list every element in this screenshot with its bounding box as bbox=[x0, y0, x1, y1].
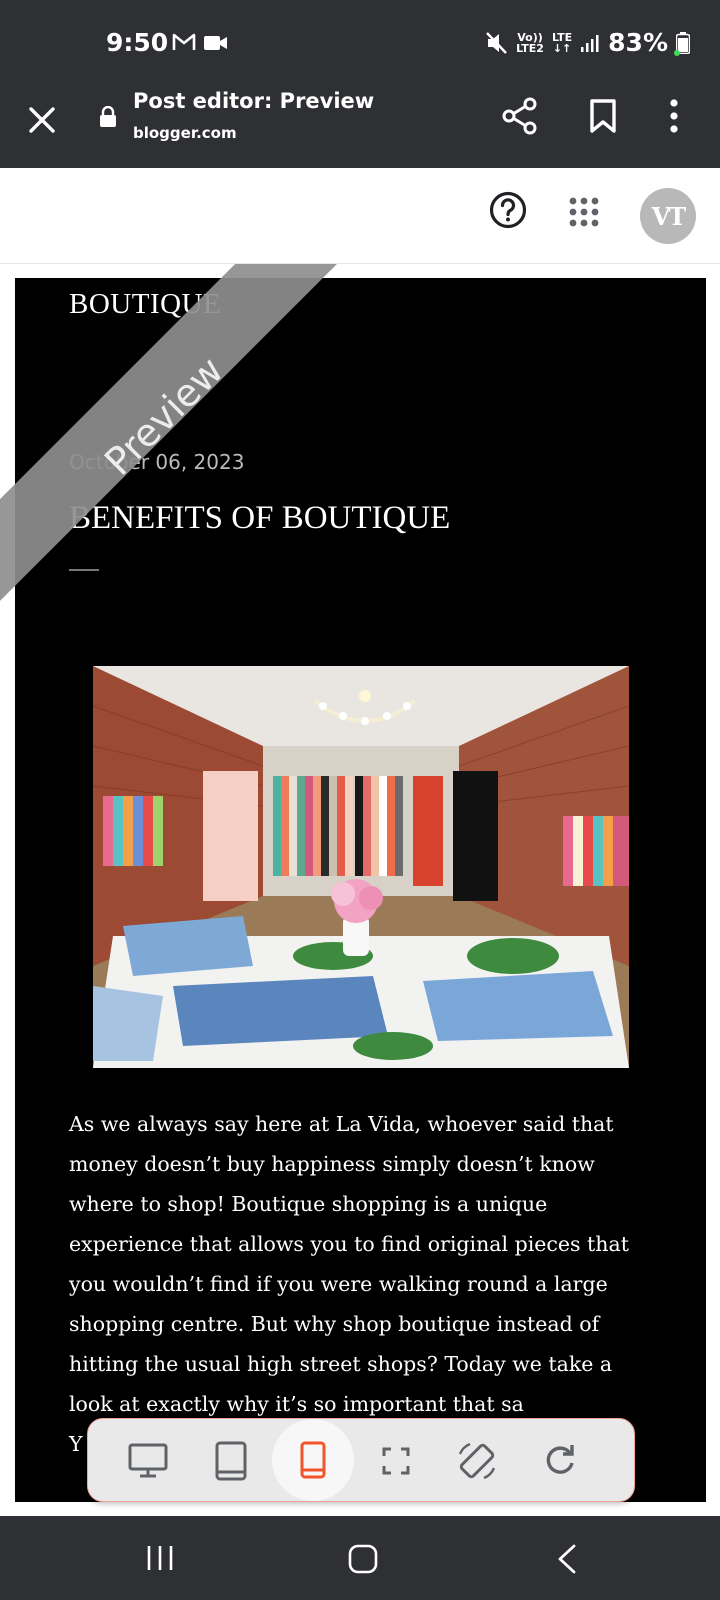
status-time: 9:50 bbox=[106, 28, 169, 57]
lock-icon bbox=[100, 106, 116, 127]
rotate-screen-button[interactable] bbox=[446, 1430, 508, 1492]
status-indicators: Vo)) LTE2 LTE ↓↑ 83% bbox=[486, 28, 690, 57]
home-icon[interactable] bbox=[348, 1544, 378, 1574]
browser-app-bar: Post editor: Preview blogger.com bbox=[0, 86, 720, 168]
share-icon[interactable] bbox=[500, 96, 540, 136]
device-preview-toolbar bbox=[87, 1418, 635, 1502]
title-divider bbox=[69, 569, 99, 571]
volte-indicator: Vo)) LTE2 bbox=[516, 30, 544, 55]
blogger-header: VT bbox=[0, 168, 720, 264]
status-bar: 9:50 Vo)) LTE2 LTE ↓↑ 83% bbox=[0, 0, 720, 86]
tablet-view-button[interactable] bbox=[200, 1430, 262, 1492]
page-url: blogger.com bbox=[133, 124, 237, 142]
desktop-icon bbox=[128, 1443, 168, 1478]
phone-icon bbox=[300, 1441, 326, 1479]
signal-icon bbox=[581, 34, 599, 52]
post-title: BENEFITS OF BOUTIQUE bbox=[69, 500, 451, 536]
account-avatar[interactable]: VT bbox=[640, 188, 696, 244]
bookmark-icon[interactable] bbox=[588, 98, 618, 134]
battery-percent: 83% bbox=[608, 28, 668, 57]
lte-indicator: LTE ↓↑ bbox=[551, 30, 573, 55]
page-title: Post editor: Preview bbox=[133, 89, 375, 113]
refresh-icon bbox=[546, 1445, 574, 1474]
help-icon[interactable] bbox=[488, 190, 528, 230]
privacy-dot bbox=[674, 50, 680, 56]
post-preview-area: BOUTIQUE October 06, 2023 BENEFITS OF BO… bbox=[0, 264, 720, 1516]
post-body: As we always say here at La Vida, whoeve… bbox=[69, 1112, 629, 1456]
mute-icon bbox=[486, 31, 507, 54]
tablet-icon bbox=[215, 1441, 247, 1481]
desktop-view-button[interactable] bbox=[117, 1430, 179, 1492]
boutique-store-photo bbox=[93, 666, 629, 1068]
refresh-button[interactable] bbox=[529, 1430, 591, 1492]
rotate-screen-icon bbox=[458, 1442, 496, 1480]
back-icon[interactable] bbox=[556, 1544, 578, 1574]
recent-apps-icon[interactable] bbox=[146, 1544, 174, 1572]
system-nav-bar bbox=[0, 1516, 720, 1600]
gmail-icon bbox=[172, 33, 196, 50]
more-options-icon[interactable] bbox=[668, 98, 680, 134]
fullscreen-button[interactable] bbox=[365, 1430, 427, 1492]
fullscreen-icon bbox=[382, 1447, 410, 1475]
close-icon[interactable] bbox=[24, 102, 60, 138]
video-call-icon bbox=[204, 36, 227, 50]
phone-view-button[interactable] bbox=[272, 1419, 354, 1501]
apps-grid-icon[interactable] bbox=[568, 196, 600, 228]
